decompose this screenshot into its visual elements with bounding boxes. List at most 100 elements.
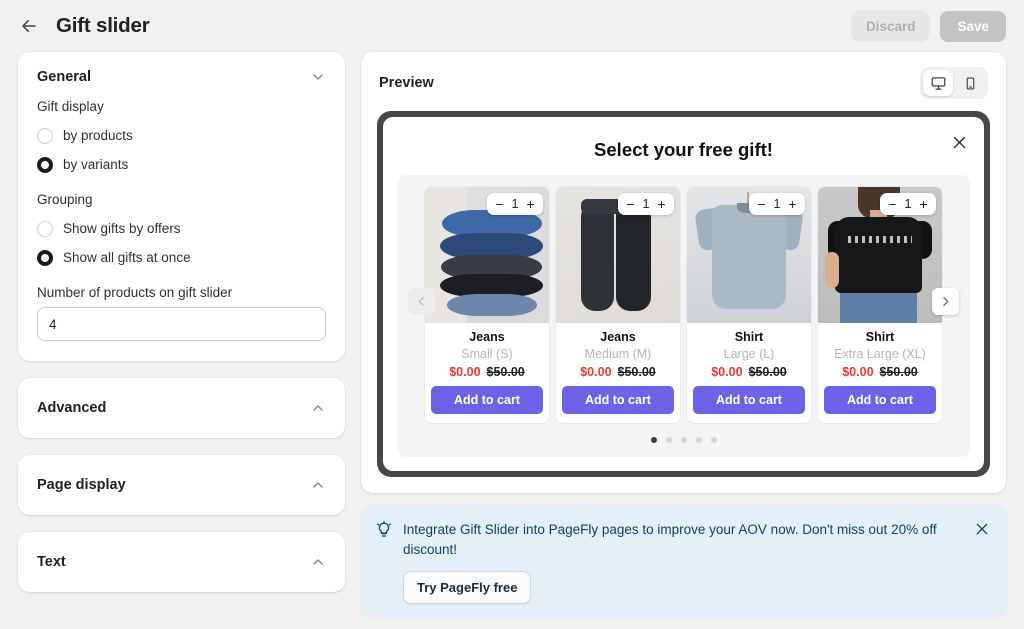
quantity-increase-button[interactable]: + bbox=[918, 197, 929, 211]
product-image: − 1 + bbox=[425, 187, 549, 323]
product-image: − 1 + bbox=[556, 187, 680, 323]
slider-dot[interactable] bbox=[695, 437, 702, 443]
price-row: $0.00 $50.00 bbox=[693, 365, 805, 379]
quantity-decrease-button[interactable]: − bbox=[887, 197, 898, 211]
top-bar: Gift slider Discard Save bbox=[0, 0, 1024, 52]
product-variant: Small (S) bbox=[461, 347, 513, 361]
quantity-stepper: − 1 + bbox=[618, 193, 674, 215]
preview-device-frame: Select your free gift! − 1 + Jeans Small… bbox=[377, 111, 990, 477]
slider-dot[interactable] bbox=[680, 437, 687, 443]
banner-close-button[interactable] bbox=[972, 519, 992, 539]
desktop-view-button[interactable] bbox=[923, 70, 953, 96]
arrow-left-icon bbox=[22, 20, 36, 32]
mobile-view-button[interactable] bbox=[955, 70, 985, 96]
close-icon bbox=[976, 523, 988, 535]
product-card[interactable]: − 1 + Jeans Medium (M) $0.00 $50.00 Add … bbox=[556, 187, 680, 423]
main-layout: General Gift display by products by vari… bbox=[0, 52, 1024, 629]
back-button[interactable] bbox=[16, 13, 42, 39]
top-bar-actions: Discard Save bbox=[850, 10, 1006, 42]
sidebar-section-page-display[interactable]: Page display bbox=[18, 455, 345, 515]
price-row: $0.00 $50.00 bbox=[431, 365, 543, 379]
product-name: Shirt bbox=[734, 330, 764, 344]
radio-indicator-selected bbox=[37, 249, 53, 266]
gift-slider: − 1 + Jeans Small (S) $0.00 $50.00 Add t… bbox=[397, 175, 970, 457]
modal-close-button[interactable] bbox=[948, 131, 970, 153]
settings-sidebar: General Gift display by products by vari… bbox=[18, 52, 345, 629]
price-original: $50.00 bbox=[486, 365, 525, 379]
sidebar-section-text[interactable]: Text bbox=[18, 532, 345, 592]
price-original: $50.00 bbox=[879, 365, 918, 379]
save-button[interactable]: Save bbox=[940, 10, 1006, 42]
mobile-icon bbox=[966, 77, 974, 89]
chevron-up-icon[interactable] bbox=[310, 477, 326, 493]
number-of-products-input[interactable] bbox=[37, 307, 326, 341]
product-variant: Large (L) bbox=[723, 347, 775, 361]
price-current: $0.00 bbox=[711, 365, 743, 379]
product-card[interactable]: − 1 + Jeans Small (S) $0.00 $50.00 Add t… bbox=[425, 187, 549, 423]
product-info: Jeans Medium (M) $0.00 $50.00 Add to car… bbox=[556, 323, 680, 423]
gift-slider-modal: Select your free gift! − 1 + Jeans Small… bbox=[383, 117, 984, 471]
radio-show-all-gifts-at-once[interactable]: Show all gifts at once bbox=[37, 243, 326, 272]
quantity-increase-button[interactable]: + bbox=[787, 197, 798, 211]
general-section-card: General Gift display by products by vari… bbox=[18, 52, 345, 361]
product-name: Jeans bbox=[469, 330, 505, 344]
quantity-decrease-button[interactable]: − bbox=[625, 197, 636, 211]
add-to-cart-button[interactable]: Add to cart bbox=[431, 386, 543, 414]
section-title: Page display bbox=[37, 477, 126, 493]
quantity-value: 1 bbox=[642, 197, 650, 211]
banner-body: Integrate Gift Slider into PageFly pages… bbox=[403, 520, 990, 605]
radio-label: by products bbox=[63, 128, 133, 143]
product-variant: Medium (M) bbox=[584, 347, 652, 361]
chevron-right-icon bbox=[943, 297, 949, 306]
price-current: $0.00 bbox=[842, 365, 874, 379]
price-row: $0.00 $50.00 bbox=[824, 365, 936, 379]
product-info: Jeans Small (S) $0.00 $50.00 Add to cart bbox=[425, 323, 549, 423]
radio-by-variants[interactable]: by variants bbox=[37, 150, 326, 179]
preview-column: Preview Select your free gift! − 1 + Jea… bbox=[361, 52, 1006, 629]
product-image: − 1 + bbox=[818, 187, 942, 323]
desktop-icon bbox=[931, 76, 945, 90]
device-toggle bbox=[920, 67, 988, 99]
product-variant: Extra Large (XL) bbox=[834, 347, 926, 361]
add-to-cart-button[interactable]: Add to cart bbox=[824, 386, 936, 414]
quantity-decrease-button[interactable]: − bbox=[494, 197, 505, 211]
sidebar-section-advanced[interactable]: Advanced bbox=[18, 378, 345, 438]
gift-display-label: Gift display bbox=[37, 99, 104, 114]
general-section-body: Gift display by products by variants Gro… bbox=[18, 85, 345, 361]
slider-pagination bbox=[407, 423, 960, 451]
slider-dot[interactable] bbox=[710, 437, 717, 443]
radio-by-products[interactable]: by products bbox=[37, 121, 326, 150]
preview-card: Preview Select your free gift! − 1 + Jea… bbox=[361, 52, 1006, 493]
banner-text: Integrate Gift Slider into PageFly pages… bbox=[403, 522, 937, 557]
add-to-cart-button[interactable]: Add to cart bbox=[562, 386, 674, 414]
quantity-stepper: − 1 + bbox=[880, 193, 936, 215]
slider-next-button[interactable] bbox=[932, 288, 959, 315]
product-name: Jeans bbox=[600, 330, 636, 344]
chevron-left-icon bbox=[418, 297, 424, 306]
try-pagefly-free-button[interactable]: Try PageFly free bbox=[403, 571, 532, 605]
radio-label: Show gifts by offers bbox=[63, 221, 181, 236]
chevron-up-icon[interactable] bbox=[310, 400, 326, 416]
price-current: $0.00 bbox=[449, 365, 481, 379]
section-title: Advanced bbox=[37, 400, 107, 416]
product-card[interactable]: − 1 + Shirt Extra Large (XL) $0.00 $50.0… bbox=[818, 187, 942, 423]
slider-dot[interactable] bbox=[665, 437, 672, 443]
quantity-increase-button[interactable]: + bbox=[656, 197, 667, 211]
slider-prev-button[interactable] bbox=[408, 288, 435, 315]
discard-button[interactable]: Discard bbox=[850, 10, 931, 42]
chevron-up-icon[interactable] bbox=[310, 554, 326, 570]
preview-title: Preview bbox=[379, 75, 434, 91]
product-card[interactable]: − 1 + Shirt Large (L) $0.00 $50.00 Add t… bbox=[687, 187, 811, 423]
radio-indicator bbox=[37, 220, 53, 237]
add-to-cart-button[interactable]: Add to cart bbox=[693, 386, 805, 414]
slider-dot[interactable] bbox=[650, 437, 657, 443]
quantity-increase-button[interactable]: + bbox=[525, 197, 536, 211]
chevron-down-icon[interactable] bbox=[310, 69, 326, 85]
quantity-decrease-button[interactable]: − bbox=[756, 197, 767, 211]
radio-show-gifts-by-offers[interactable]: Show gifts by offers bbox=[37, 214, 326, 243]
general-section-header[interactable]: General bbox=[18, 52, 345, 85]
lightbulb-icon bbox=[375, 520, 393, 604]
number-of-products-label: Number of products on gift slider bbox=[37, 285, 233, 300]
